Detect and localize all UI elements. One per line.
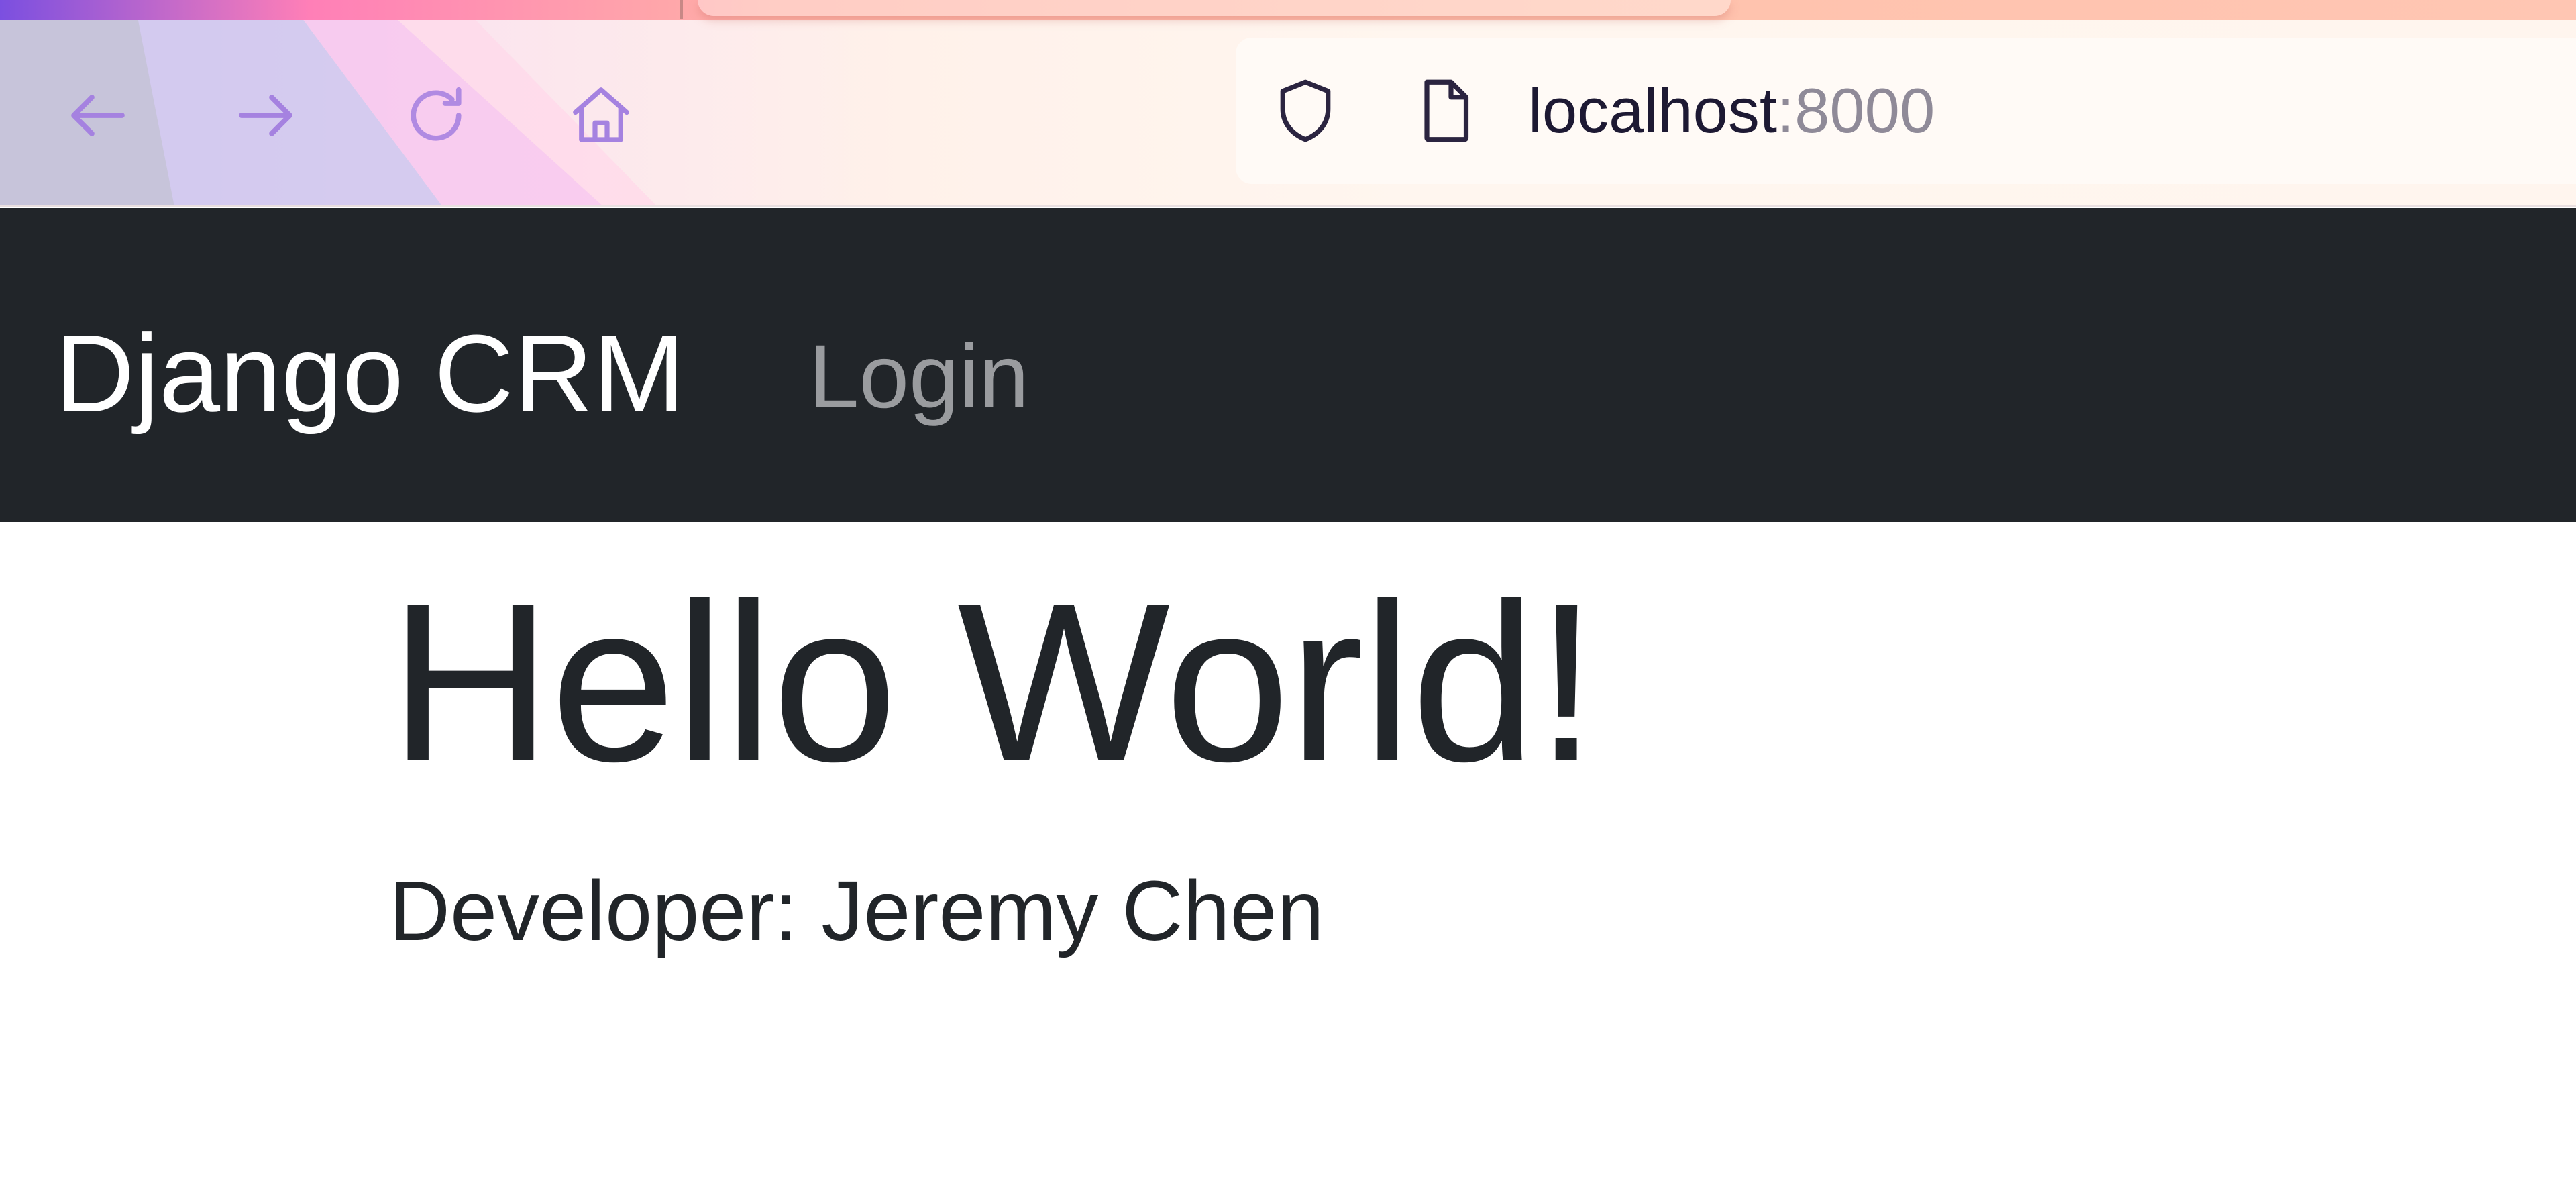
home-icon <box>573 87 629 142</box>
tab-strip <box>0 0 2576 20</box>
navbar-brand[interactable]: Django CRM <box>55 310 685 437</box>
home-button[interactable] <box>561 75 641 156</box>
browser-toolbar: localhost:8000 <box>0 0 2576 207</box>
back-button[interactable] <box>58 75 138 156</box>
forward-button[interactable] <box>225 75 306 156</box>
main-content: Hello World! Developer: Jeremy Chen <box>389 522 2402 1126</box>
developer-credit: Developer: Jeremy Chen <box>389 864 1324 958</box>
url-host: localhost <box>1528 75 1777 146</box>
active-tab[interactable] <box>698 0 1731 16</box>
login-link[interactable]: Login <box>809 317 1029 437</box>
shield-icon[interactable] <box>1269 74 1342 147</box>
address-bar[interactable]: localhost:8000 <box>1236 38 2576 184</box>
reload-icon <box>411 87 462 141</box>
tab-divider <box>680 0 683 19</box>
url-text[interactable]: localhost:8000 <box>1528 71 1935 150</box>
back-arrow-icon <box>71 95 125 136</box>
site-navbar: Django CRM Login <box>0 208 2576 522</box>
reload-button[interactable] <box>396 75 476 156</box>
forward-arrow-icon <box>239 95 292 136</box>
page-icon[interactable] <box>1409 74 1481 147</box>
url-port: :8000 <box>1777 75 1935 146</box>
page-title: Hello World! <box>389 557 1598 809</box>
